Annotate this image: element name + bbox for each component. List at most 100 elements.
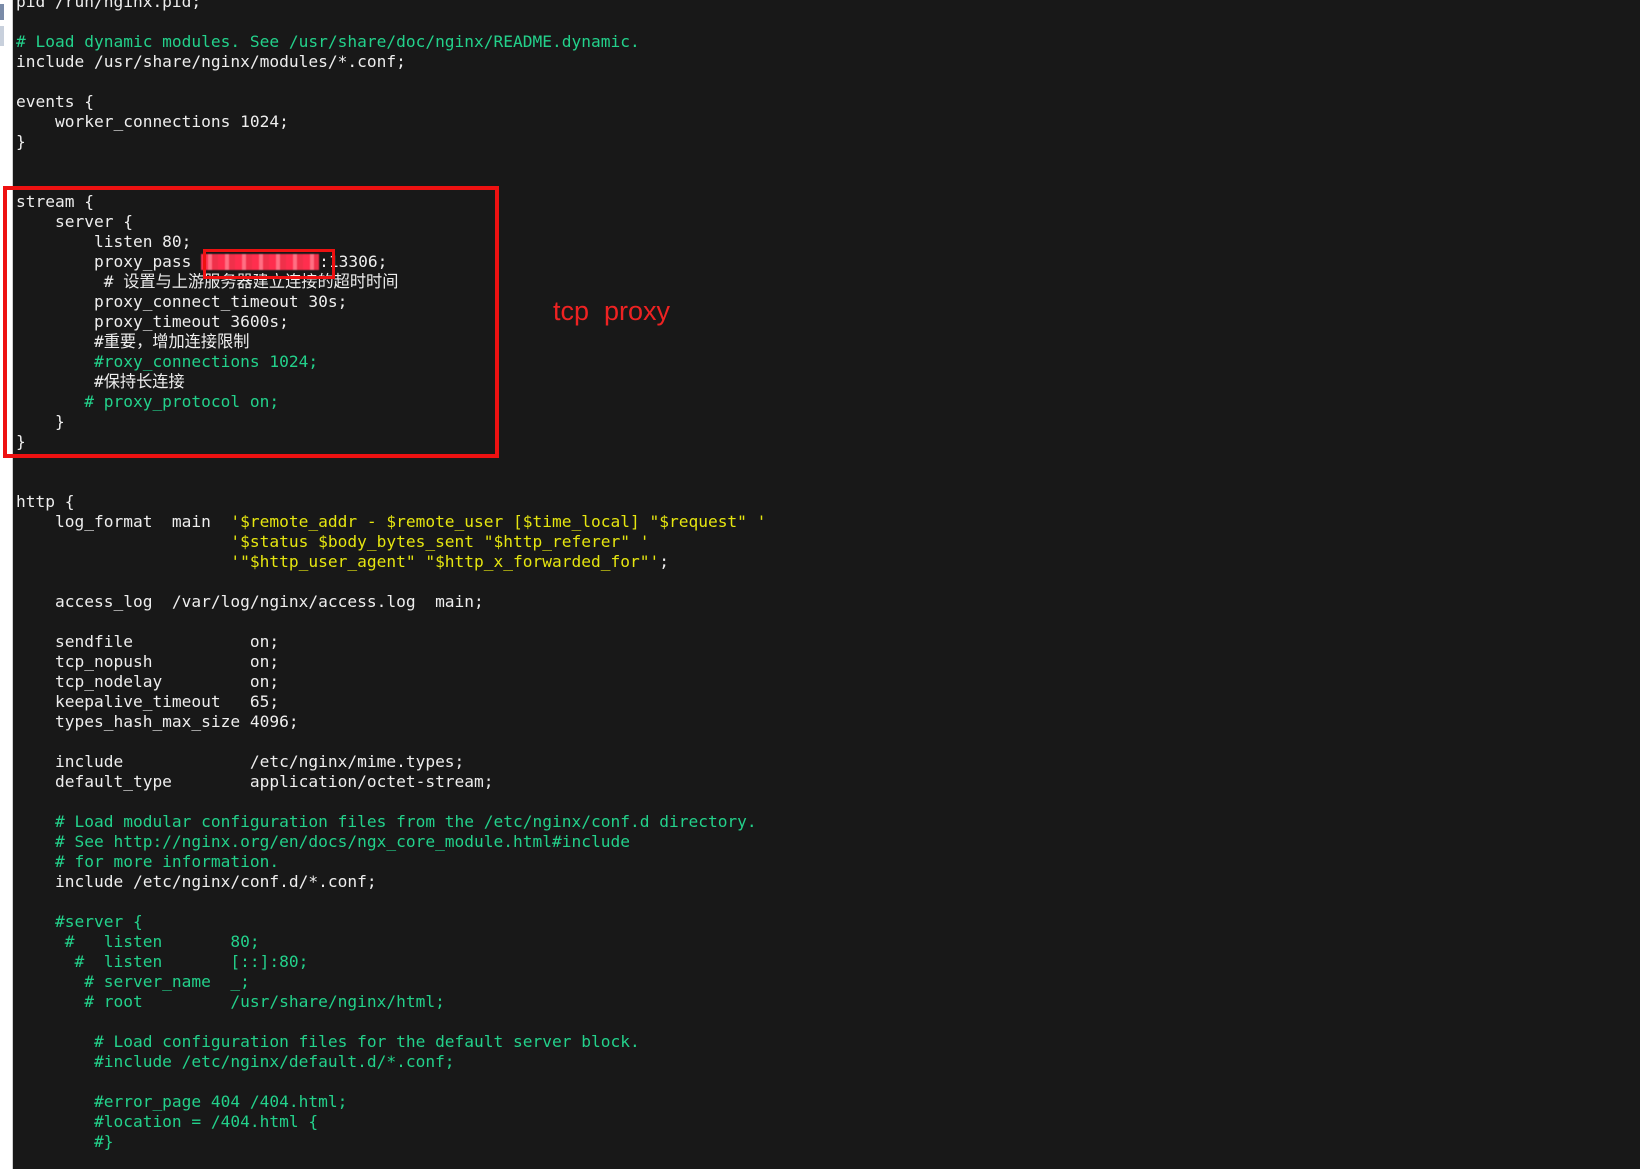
code-text: include /etc/nginx/conf.d/*.conf; (16, 872, 377, 891)
code-comment: # root /usr/share/nginx/html; (16, 992, 445, 1011)
code-line: include /etc/nginx/mime.types; (16, 752, 766, 772)
code-text: } (16, 132, 26, 151)
code-text: server { (16, 212, 133, 231)
code-line: #保持长连接 (16, 372, 766, 392)
code-text: http { (16, 492, 75, 511)
code-line: '"$http_user_agent" "$http_x_forwarded_f… (16, 552, 766, 572)
code-line: tcp_nodelay on; (16, 672, 766, 692)
code-line: #重要，增加连接限制 (16, 332, 766, 352)
terminal-window[interactable]: pid /run/nginx.pid; # Load dynamic module… (13, 0, 1640, 1169)
code-text: types_hash_max_size 4096; (16, 712, 299, 731)
code-line: log_format main '$remote_addr - $remote_… (16, 512, 766, 532)
code-text: ; (659, 552, 669, 571)
code-line: # Load configuration files for the defau… (16, 1032, 766, 1052)
code-line: } (16, 412, 766, 432)
code-line: # Load dynamic modules. See /usr/share/d… (16, 32, 766, 52)
code-text: include /usr/share/nginx/modules/*.conf; (16, 52, 406, 71)
code-line: # root /usr/share/nginx/html; (16, 992, 766, 1012)
code-text: sendfile on; (16, 632, 280, 651)
code-string: '$status $body_bytes_sent "$http_referer… (230, 532, 650, 551)
code-text: worker_connections 1024; (16, 112, 289, 131)
code-line: # Load modular configuration files from … (16, 812, 766, 832)
code-text: #保持长连接 (16, 372, 185, 391)
code-line: server { (16, 212, 766, 232)
code-line: # proxy_protocol on; (16, 392, 766, 412)
code-line: http { (16, 492, 766, 512)
code-line: types_hash_max_size 4096; (16, 712, 766, 732)
code-line: include /usr/share/nginx/modules/*.conf; (16, 52, 766, 72)
code-text: listen 80; (16, 232, 192, 251)
code-line: # server_name _; (16, 972, 766, 992)
code-comment: #server { (16, 912, 143, 931)
code-text: proxy_pass (16, 252, 202, 271)
code-string: '$remote_addr - $remote_user [$time_loca… (230, 512, 767, 531)
code-line: listen 80; (16, 232, 766, 252)
code-comment: #location = /404.html { (16, 1112, 319, 1131)
code-text: tcp_nodelay on; (16, 672, 280, 691)
code-text: proxy_timeout 3600s; (16, 312, 289, 331)
code-line: # for more information. (16, 852, 766, 872)
code-line: #} (16, 1132, 766, 1152)
code-line: proxy_pass :13306; (16, 252, 766, 272)
code-comment: # server_name _; (16, 972, 250, 991)
code-string: '"$http_user_agent" "$http_x_forwarded_f… (230, 552, 660, 571)
code-line: tcp_nopush on; (16, 652, 766, 672)
code-text: :13306; (319, 252, 388, 271)
code-line: sendfile on; (16, 632, 766, 652)
code-text: tcp_nopush on; (16, 652, 280, 671)
code-text: stream { (16, 192, 94, 211)
tcp-proxy-annotation: tcp proxy (553, 296, 671, 326)
code-line: #roxy_connections 1024; (16, 352, 766, 372)
code-text: } (16, 432, 26, 451)
code-line: # 设置与上游服务器建立连接的超时时间 (16, 272, 766, 292)
code-line: pid /run/nginx.pid; (16, 0, 766, 12)
code-comment: #include /etc/nginx/default.d/*.conf; (16, 1052, 455, 1071)
code-line: #location = /404.html { (16, 1112, 766, 1132)
code-line: #server { (16, 912, 766, 932)
code-line: # See http://nginx.org/en/docs/ngx_core_… (16, 832, 766, 852)
code-comment: # See http://nginx.org/en/docs/ngx_core_… (16, 832, 630, 851)
code-line: # listen 80; (16, 932, 766, 952)
code-line: } (16, 432, 766, 452)
code-line: access_log /var/log/nginx/access.log mai… (16, 592, 766, 612)
code-text: default_type application/octet-stream; (16, 772, 494, 791)
code-comment: # Load configuration files for the defau… (16, 1032, 640, 1051)
screenshot-canvas: pid /run/nginx.pid; # Load dynamic module… (0, 0, 1640, 1169)
code-comment: #error_page 404 /404.html; (16, 1092, 348, 1111)
code-line: # listen [::]:80; (16, 952, 766, 972)
code-line: keepalive_timeout 65; (16, 692, 766, 712)
code-text: access_log /var/log/nginx/access.log mai… (16, 592, 484, 611)
code-comment: # listen [::]:80; (16, 952, 309, 971)
code-text: # 设置与上游服务器建立连接的超时时间 (16, 272, 399, 291)
code-comment: # Load modular configuration files from … (16, 812, 757, 831)
code-text: keepalive_timeout 65; (16, 692, 280, 711)
code-line: include /etc/nginx/conf.d/*.conf; (16, 872, 766, 892)
code-line: #include /etc/nginx/default.d/*.conf; (16, 1052, 766, 1072)
code-text: include /etc/nginx/mime.types; (16, 752, 465, 771)
code-comment: # proxy_protocol on; (16, 392, 280, 411)
code-comment: # listen 80; (16, 932, 260, 951)
code-comment: # Load dynamic modules. See /usr/share/d… (16, 32, 640, 51)
code-text: #重要，增加连接限制 (16, 332, 250, 351)
code-text: } (16, 412, 65, 431)
code-text: pid /run/nginx.pid; (16, 0, 202, 11)
gutter-marker (0, 26, 4, 46)
code-line: } (16, 132, 766, 152)
code-line: default_type application/octet-stream; (16, 772, 766, 792)
redacted-ip-address (201, 254, 320, 270)
